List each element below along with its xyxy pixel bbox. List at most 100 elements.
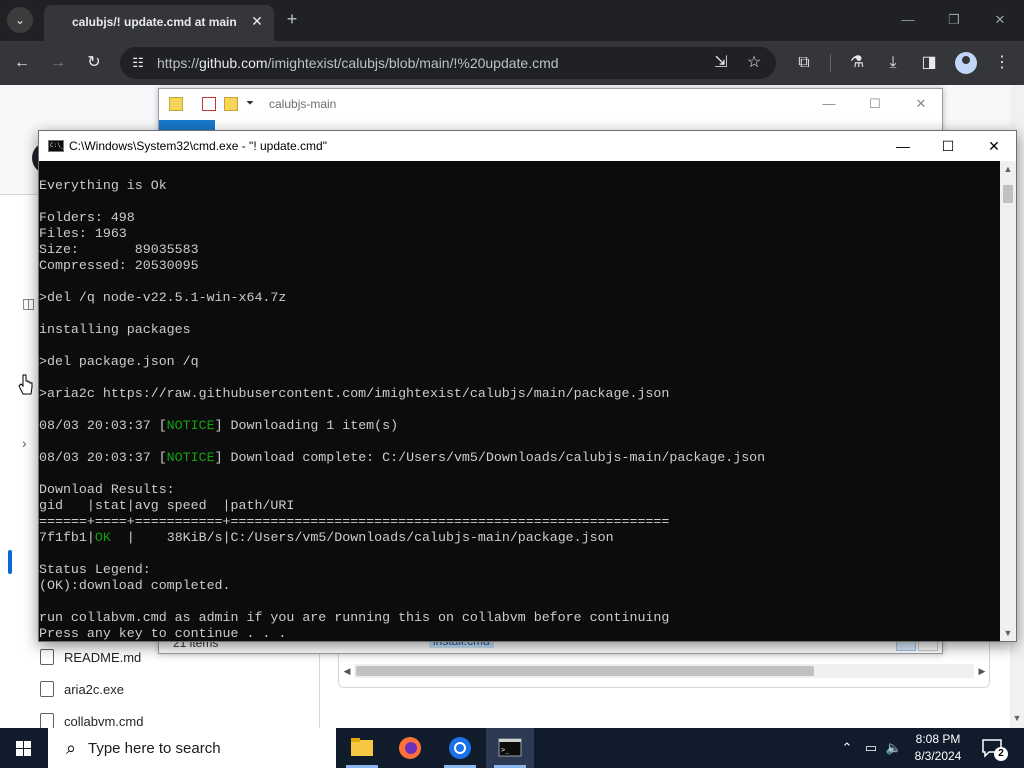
- extensions-icon[interactable]: ⧉: [793, 52, 815, 74]
- labs-flask-icon[interactable]: ⚗: [846, 52, 868, 74]
- more-menu-icon[interactable]: ⋮: [991, 52, 1013, 74]
- customize-toolbar-icon[interactable]: ⏷: [243, 97, 257, 111]
- terminal-icon: >_: [498, 738, 522, 757]
- console-line: installing packages: [39, 322, 191, 337]
- console-line: 08/03 20:03:37 [NOTICE] Download complet…: [39, 450, 766, 465]
- side-panel-icon[interactable]: ◨: [918, 52, 940, 74]
- console-line: (OK):download completed.: [39, 578, 231, 593]
- scroll-left-icon[interactable]: ◀: [340, 664, 354, 678]
- start-button[interactable]: [0, 728, 48, 768]
- collapse-sidebar-icon[interactable]: ◫: [22, 295, 35, 312]
- address-bar[interactable]: ☷ https://github.com/imightexist/calubjs…: [120, 47, 776, 79]
- console-line: 08/03 20:03:37 [NOTICE] Downloading 1 it…: [39, 418, 399, 433]
- clock-time[interactable]: 8:08 PM: [908, 732, 968, 746]
- close-icon[interactable]: ✕: [971, 131, 1017, 161]
- console-line: Press any key to continue . . .: [39, 626, 287, 641]
- explorer-title: calubjs-main: [269, 97, 337, 111]
- cmd-app-icon[interactable]: C:\_: [48, 140, 64, 152]
- download-icon[interactable]: ⤓: [882, 52, 904, 74]
- console-line: Status Legend:: [39, 562, 151, 577]
- toolbar-separator: [830, 54, 831, 72]
- scroll-up-icon[interactable]: ▲: [1000, 161, 1016, 177]
- file-name: collabvm.cmd: [64, 714, 144, 729]
- volume-muted-icon[interactable]: 🔈: [884, 738, 904, 758]
- new-folder-icon[interactable]: [224, 97, 238, 111]
- tab-strip: ⌄ calubjs/! update.cmd at main ✕ + — ❐ ✕: [0, 0, 1024, 41]
- scroll-down-icon[interactable]: ▼: [1000, 625, 1016, 641]
- taskbar-search-box[interactable]: ⌕ Type here to search: [48, 728, 336, 768]
- console-line: 7f1fb1|OK | 38KiB/s|C:/Users/vm5/Downloa…: [39, 530, 614, 545]
- explorer-titlebar: ⏷ calubjs-main — ☐ ✕: [159, 89, 942, 120]
- console-line: >del /q node-v22.5.1-win-x64.7z: [39, 290, 287, 305]
- url-path: /imightexist/calubjs/blob/main/!%20updat…: [267, 55, 559, 71]
- console-output[interactable]: Everything is Ok Folders: 498 Files: 1963 S…: [39, 161, 1000, 641]
- url-host: github.com: [199, 55, 268, 71]
- console-line: Size: 89035583: [39, 242, 199, 257]
- maximize-icon[interactable]: ☐: [925, 131, 971, 161]
- file-icon: [40, 713, 54, 729]
- console-line: Download Results:: [39, 482, 175, 497]
- tab-active[interactable]: calubjs/! update.cmd at main ✕: [44, 5, 274, 41]
- restore-icon[interactable]: ❐: [944, 10, 964, 30]
- scroll-right-icon[interactable]: ▶: [975, 664, 989, 678]
- bookmark-star-icon[interactable]: ☆: [743, 52, 765, 74]
- minimize-icon[interactable]: —: [898, 10, 918, 30]
- console-line: >del package.json /q: [39, 354, 199, 369]
- vertical-scroll-thumb[interactable]: [1003, 185, 1013, 203]
- console-line: >aria2c https://raw.githubusercontent.co…: [39, 386, 670, 401]
- file-explorer-taskbar-button[interactable]: [338, 728, 386, 768]
- minimize-icon[interactable]: —: [880, 131, 926, 161]
- site-info-icon[interactable]: ☷: [128, 53, 148, 73]
- show-hidden-icons-icon[interactable]: ⌃: [837, 738, 857, 758]
- url-text[interactable]: https://github.com/imightexist/calubjs/b…: [157, 55, 559, 71]
- file-name: README.md: [64, 650, 142, 665]
- close-icon[interactable]: ✕: [990, 10, 1010, 30]
- console-line: ======+====+===========+================…: [39, 514, 670, 529]
- file-tree-item[interactable]: aria2c.exe: [40, 681, 124, 703]
- network-icon[interactable]: ▭: [861, 738, 881, 758]
- new-tab-button[interactable]: +: [282, 9, 302, 29]
- minimize-icon[interactable]: —: [819, 94, 839, 114]
- cmd-title: C:\Windows\System32\cmd.exe - "! update.…: [69, 139, 327, 153]
- tab-close-icon[interactable]: ✕: [248, 12, 266, 30]
- install-app-icon[interactable]: ⇲: [710, 52, 732, 74]
- search-icon: ⌕: [65, 738, 77, 758]
- profile-avatar[interactable]: [955, 52, 977, 74]
- expand-chevron-icon[interactable]: ›: [22, 435, 27, 451]
- tab-search-button[interactable]: ⌄: [7, 7, 33, 33]
- browser-toolbar: ← → ↻ ☷ https://github.com/imightexist/c…: [0, 41, 1024, 85]
- scroll-down-icon[interactable]: ▼: [1010, 713, 1024, 723]
- cmd-window: C:\_ C:\Windows\System32\cmd.exe - "! up…: [38, 130, 1017, 642]
- chevron-down-icon: ⌄: [14, 13, 26, 27]
- firefox-icon: [399, 737, 421, 759]
- properties-icon[interactable]: [202, 97, 216, 111]
- forward-icon[interactable]: →: [47, 52, 69, 74]
- horizontal-scroll-thumb[interactable]: [356, 666, 814, 676]
- console-vertical-scrollbar[interactable]: ▲ ▼: [1000, 161, 1016, 641]
- svg-text:>_: >_: [501, 746, 510, 754]
- cmd-titlebar[interactable]: C:\_ C:\Windows\System32\cmd.exe - "! up…: [39, 131, 1016, 161]
- chrome-icon: [449, 737, 471, 759]
- cmd-taskbar-button[interactable]: >_: [486, 728, 534, 768]
- folder-icon: [169, 97, 183, 111]
- clock-date[interactable]: 8/3/2024: [908, 749, 968, 763]
- reload-icon[interactable]: ↻: [83, 52, 105, 74]
- firefox-taskbar-button[interactable]: [386, 728, 434, 768]
- file-tree-item[interactable]: README.md: [40, 649, 141, 671]
- url-prefix: https://: [157, 55, 200, 71]
- file-icon: [40, 681, 54, 697]
- maximize-icon[interactable]: ☐: [865, 94, 885, 114]
- console-line: Everything is Ok: [39, 178, 167, 193]
- selected-indicator: [8, 550, 12, 574]
- console-line: Folders: 498: [39, 210, 135, 225]
- close-icon[interactable]: ✕: [911, 94, 931, 114]
- chrome-taskbar-button[interactable]: [436, 728, 484, 768]
- back-icon[interactable]: ←: [11, 52, 33, 74]
